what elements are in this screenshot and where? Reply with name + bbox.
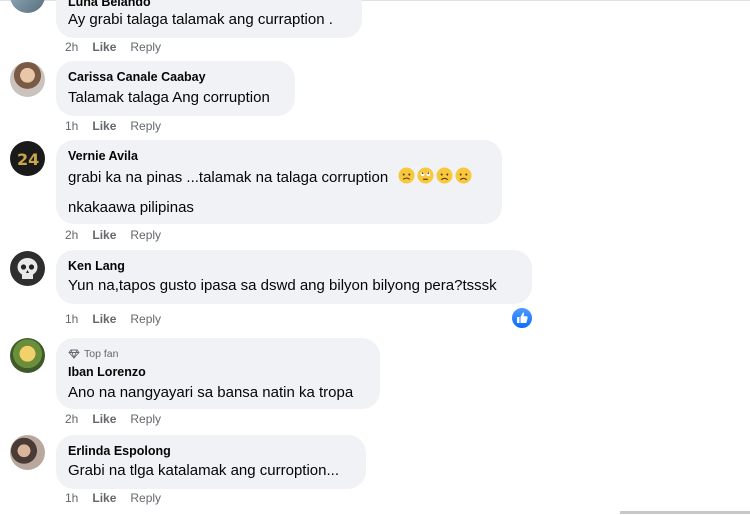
avatar[interactable] [10,0,45,13]
commenter-name[interactable]: Luna Belando [68,0,350,10]
comment-bubble: Vernie Avila grabi ka na pinas ...talama… [56,140,502,224]
avatar[interactable]: 24 [10,141,45,176]
comment-text: Ano na nangyayari sa bansa natin ka trop… [68,384,354,401]
like-button[interactable]: Like [92,412,116,426]
logo-24-icon: 24 [17,150,39,169]
reply-button[interactable]: Reply [130,312,161,326]
reply-button[interactable]: Reply [130,119,161,133]
badge-label: Top fan [84,348,119,360]
rolling-eyes-face-icon [417,167,434,184]
comment-text: Grabi na tlga katalamak ang curroption..… [68,462,339,479]
like-button[interactable]: Like [92,228,116,242]
comment-actions: 2h Like Reply [65,40,161,54]
comment-actions: 1h Like Reply [65,312,161,326]
like-button[interactable]: Like [92,491,116,505]
commenter-name[interactable]: Carissa Canale Caabay [68,69,283,85]
diamond-icon [68,349,80,359]
comment-text-line-2: nkakaawa pilipinas [68,199,194,216]
avatar[interactable] [10,435,45,470]
comment-bubble: Carissa Canale Caabay Talamak talaga Ang… [56,61,295,116]
comment-actions: 2h Like Reply [65,412,161,426]
comment-text-body: grabi ka na pinas ...talamak na talaga c… [68,169,389,186]
avatar[interactable] [10,251,45,286]
timestamp[interactable]: 2h [65,412,78,426]
reply-button[interactable]: Reply [130,491,161,505]
commenter-name[interactable]: Erlinda Espolong [68,443,354,459]
timestamp[interactable]: 1h [65,312,78,326]
scroll-indicator[interactable] [620,511,750,514]
comment-bubble: Ken Lang Yun na,tapos gusto ipasa sa dsw… [56,250,532,304]
avatar[interactable] [10,338,45,373]
worried-face-icon [398,167,415,184]
timestamp[interactable]: 2h [65,40,78,54]
comment-text: Yun na,tapos gusto ipasa sa dswd ang bil… [68,277,497,294]
reply-button[interactable]: Reply [130,40,161,54]
comment-text: grabi ka na pinas ...talamak na talaga c… [68,167,490,188]
top-fan-badge[interactable]: Top fan [68,347,368,361]
frowning-face-icon [436,167,453,184]
comment-text: Talamak talaga Ang corruption [68,89,270,106]
like-reaction-icon[interactable] [510,306,534,330]
comment-actions: 2h Like Reply [65,228,161,242]
comment-bubble: Luna Belando Ay grabi talaga talamak ang… [56,0,362,38]
like-button[interactable]: Like [92,119,116,133]
like-button[interactable]: Like [92,312,116,326]
timestamp[interactable]: 1h [65,491,78,505]
comment-actions: 1h Like Reply [65,491,161,505]
avatar[interactable] [10,62,45,97]
comment-text: Ay grabi talaga talamak ang curraption . [68,11,333,28]
reply-button[interactable]: Reply [130,412,161,426]
comment-actions: 1h Like Reply [65,119,161,133]
commenter-name[interactable]: Iban Lorenzo [68,364,368,380]
commenter-name[interactable]: Vernie Avila [68,148,490,164]
timestamp[interactable]: 2h [65,228,78,242]
commenter-name[interactable]: Ken Lang [68,258,520,274]
skull-icon [17,258,38,279]
reply-button[interactable]: Reply [130,228,161,242]
like-button[interactable]: Like [92,40,116,54]
comment-bubble: Erlinda Espolong Grabi na tlga katalamak… [56,435,366,489]
timestamp[interactable]: 1h [65,119,78,133]
frowning-face-icon [455,167,472,184]
emoji-group [396,167,472,186]
svg-text:24: 24 [17,150,39,169]
comment-bubble: Top fan Iban Lorenzo Ano na nangyayari s… [56,338,380,409]
